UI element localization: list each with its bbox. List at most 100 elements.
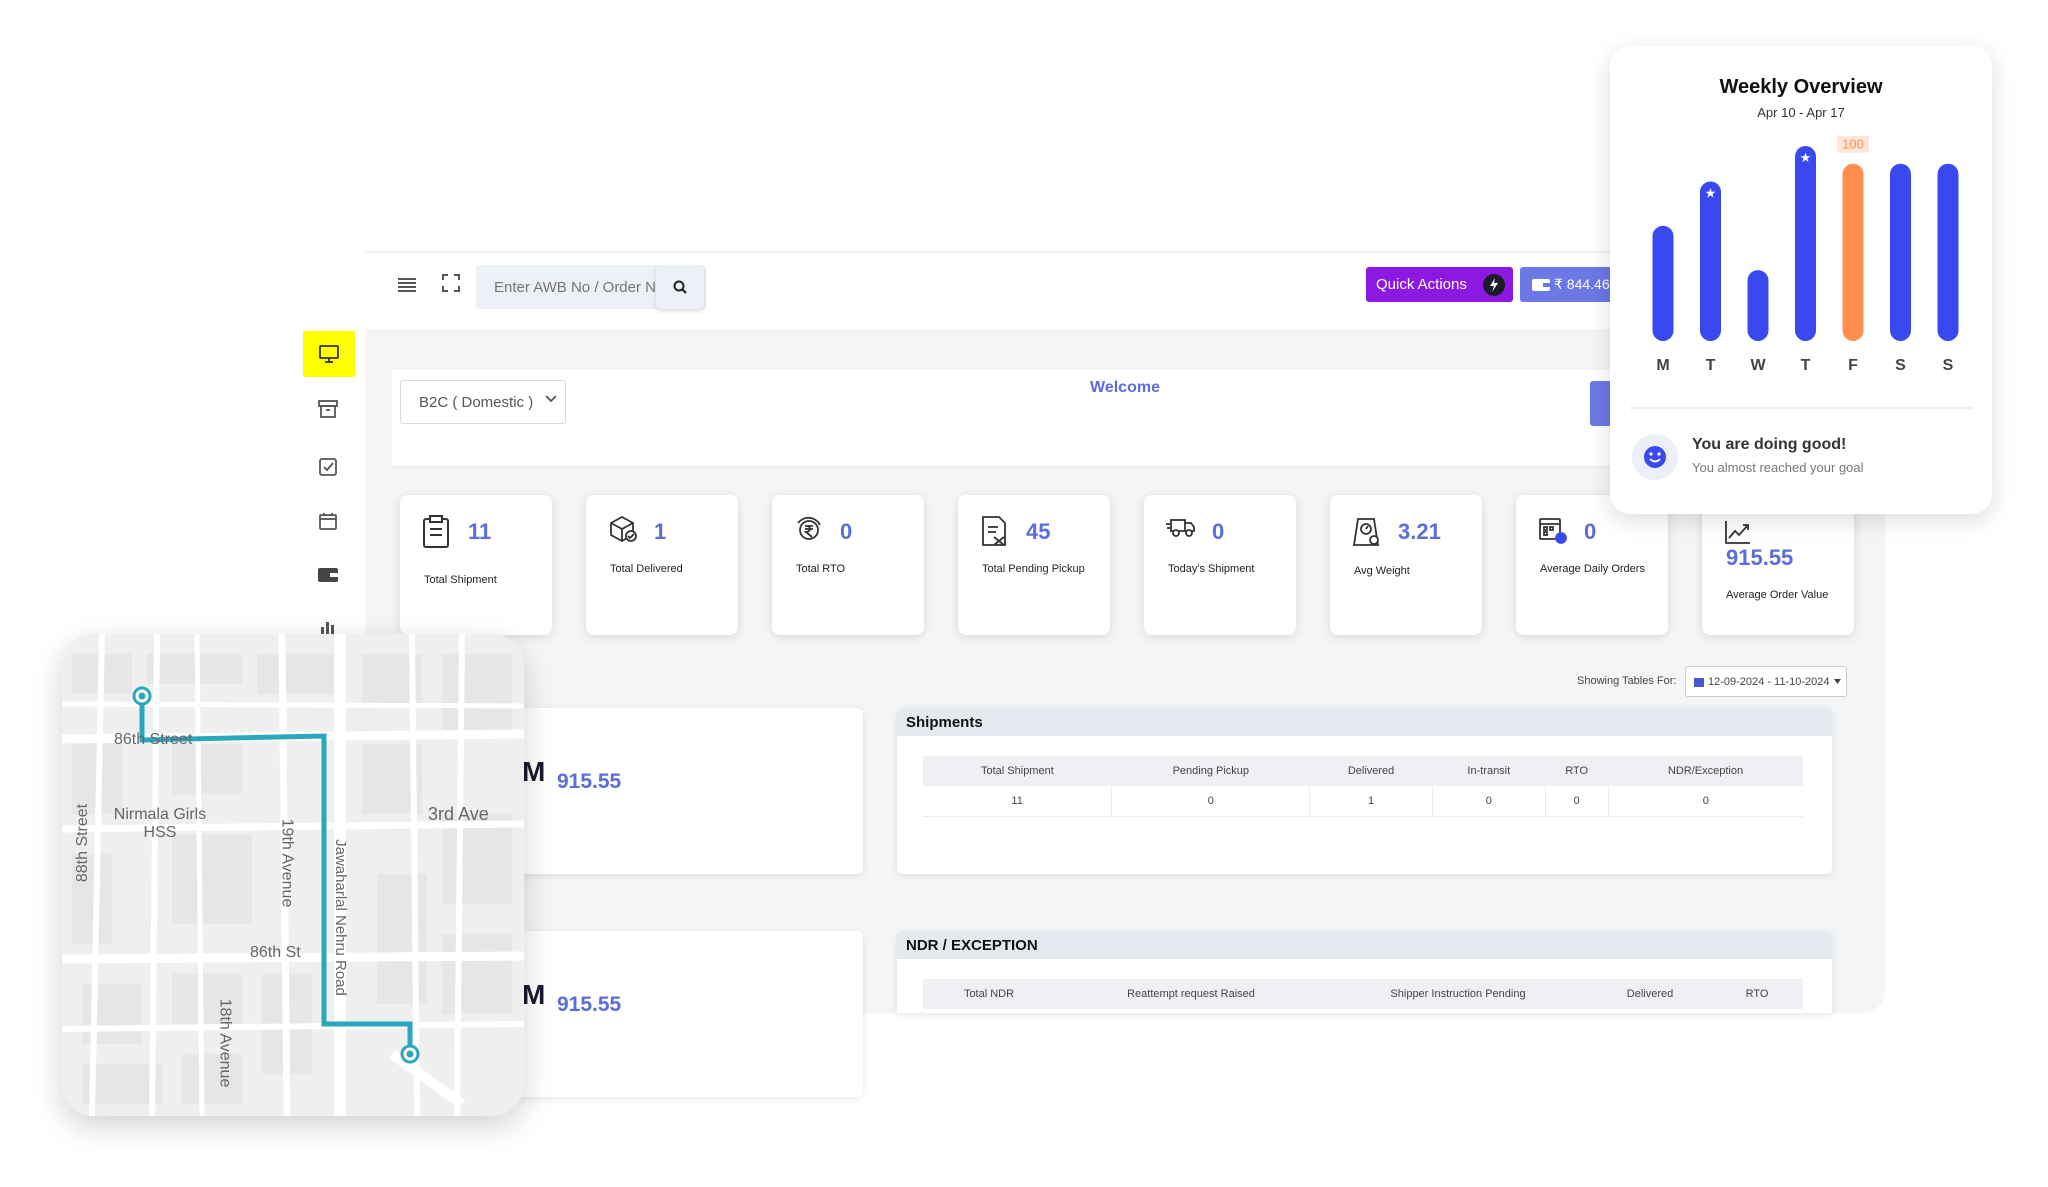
table-header: Reattempt request Raised (1055, 979, 1327, 1009)
service-type-select[interactable]: B2C ( Domestic ) (400, 380, 566, 424)
checkbox-icon (319, 458, 337, 476)
tick-label: M (1656, 357, 1669, 374)
date-range-picker[interactable]: 12-09-2024 - 11-10-2024 (1685, 666, 1847, 697)
map-label: 86th St (250, 944, 301, 961)
monitor-icon (319, 345, 339, 363)
hamburger-menu-icon[interactable] (392, 270, 422, 300)
weekly-bar-chart: M ★ T W ★ T 100 F S S (1652, 135, 1959, 374)
weekly-message: You are doing good! (1692, 436, 1847, 453)
scale-icon (1352, 518, 1380, 546)
table-header: Pending Pickup (1111, 756, 1310, 786)
truck-icon (1166, 519, 1195, 537)
stat-label: Total RTO (796, 563, 846, 575)
map-label: Jawaharlal Nehru Road (331, 839, 349, 996)
stat-value: 0 (1584, 519, 1597, 544)
table-cell: 0 (1608, 786, 1803, 817)
chart-bar (1652, 225, 1674, 341)
bar-chart-icon (321, 622, 334, 635)
stat-value: 0 (840, 519, 853, 544)
date-range-value: 12-09-2024 - 11-10-2024 (1708, 675, 1830, 688)
table-cell: 0 (1545, 786, 1609, 817)
table-cell: 0 (1111, 786, 1311, 817)
chart-bar (1842, 163, 1864, 341)
table-header: RTO (1711, 979, 1803, 1009)
summary-value: 915.55 (557, 770, 622, 793)
table-header: In-transit (1432, 756, 1546, 786)
stat-value: 45 (1026, 519, 1051, 544)
stat-card-total-pending-pickup: 45 Total Pending Pickup (958, 495, 1110, 635)
smiley-icon (1632, 434, 1678, 480)
table-cell: 0 (1432, 786, 1546, 817)
chart-bar (1795, 146, 1816, 341)
tick-label: S (1943, 357, 1954, 374)
table-header: NDR/Exception (1608, 756, 1803, 786)
service-type-value: B2C ( Domestic ) (419, 393, 534, 411)
tick-label: T (1801, 357, 1811, 374)
table-header: Total NDR (923, 979, 1055, 1009)
stat-card-total-shipment: 11 Total Shipment (400, 495, 552, 635)
stat-card-total-rto: 0 Total RTO (772, 495, 924, 635)
map-label: 3rd Ave (428, 804, 489, 824)
table-cell: 11 (923, 786, 1113, 817)
stat-label: Total Shipment (424, 574, 497, 586)
stat-label: Total Delivered (610, 563, 683, 575)
table-header: Shipper Instruction Pending (1327, 979, 1589, 1009)
tick-label: T (1706, 357, 1716, 374)
table-header: RTO (1545, 756, 1609, 786)
stat-card-todays-shipment: 0 Today's Shipment (1144, 495, 1296, 635)
tick-label: F (1848, 357, 1858, 374)
sidebar-item-dashboard[interactable] (303, 331, 355, 377)
ndr-card: NDR / EXCEPTION Total NDR Reattempt requ… (897, 931, 1832, 1013)
quick-actions-label: Quick Actions (1376, 276, 1467, 293)
panel-action-button[interactable] (1590, 381, 1612, 426)
summary-value: 915.55 (557, 993, 622, 1016)
stat-card-average-daily-orders: 0 Average Daily Orders (1516, 495, 1668, 635)
rupee-return-icon (797, 516, 821, 540)
chevron-down-icon (545, 395, 557, 403)
stat-value: 0 (1212, 519, 1225, 544)
stat-value: 915.55 (1726, 545, 1794, 570)
quick-actions-button[interactable]: Quick Actions (1366, 267, 1513, 302)
calendar-orders-icon (1539, 518, 1567, 544)
table-row: 11 0 1 0 0 0 (923, 786, 1803, 817)
stat-card-total-delivered: 1 Total Delivered (586, 495, 738, 635)
map-label: 19th Avenue (278, 818, 296, 908)
chart-bar (1937, 163, 1959, 341)
map-label: 88th Street (74, 803, 92, 883)
chart-bar (1700, 181, 1721, 341)
route-map[interactable]: 86th Street Nirmala Girls HSS 88th Stree… (62, 634, 524, 1116)
summary-mark-icon: M (522, 756, 546, 787)
chart-bar (1747, 270, 1769, 341)
tick-label: W (1750, 357, 1766, 374)
sidebar-item-wallet[interactable] (313, 562, 343, 588)
weekly-overview-card: Weekly Overview Apr 10 - Apr 17 M ★ T W ★ T 10… (1610, 46, 1992, 514)
table-header: Delivered (1309, 756, 1433, 786)
document-pending-icon (982, 516, 1006, 546)
stat-value: 3.21 (1398, 519, 1441, 544)
data-label: 100 (1842, 137, 1864, 152)
stat-label: Avg Weight (1354, 565, 1410, 577)
fullscreen-icon[interactable] (436, 268, 466, 298)
clipboard-icon (423, 515, 449, 548)
search-button[interactable] (656, 265, 704, 309)
calendar-icon (319, 513, 337, 530)
package-check-icon (610, 515, 637, 543)
lightning-icon (1483, 274, 1505, 296)
map-label: 86th Street (114, 731, 193, 748)
tick-label: S (1895, 357, 1906, 374)
stat-card-avg-weight: 3.21 Avg Weight (1330, 495, 1482, 635)
sidebar-item-tasks[interactable] (313, 454, 343, 480)
ndr-title: NDR / EXCEPTION (906, 937, 1038, 954)
sidebar-item-calendar[interactable] (313, 508, 343, 534)
map-label: Nirmala Girls HSS (113, 806, 207, 841)
shipments-title: Shipments (906, 714, 983, 731)
welcome-heading: Welcome (1090, 379, 1160, 396)
calendar-icon (1694, 677, 1704, 687)
chart-bar (1890, 163, 1911, 341)
stat-label: Total Pending Pickup (982, 563, 1085, 575)
stat-label: Today's Shipment (1168, 563, 1255, 575)
sidebar-item-orders[interactable] (313, 396, 343, 422)
wallet-icon (1532, 278, 1550, 291)
search-input[interactable] (476, 278, 674, 296)
search-icon (673, 280, 687, 294)
